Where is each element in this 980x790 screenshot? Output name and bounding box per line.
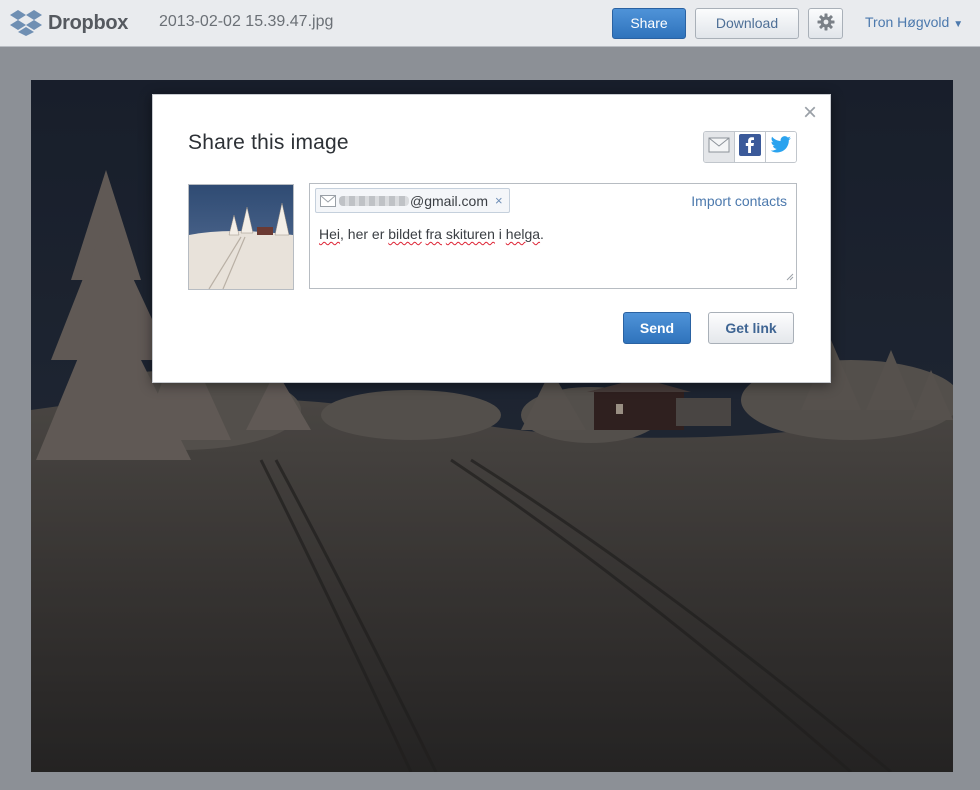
get-link-button[interactable]: Get link <box>708 312 794 344</box>
dropbox-logo[interactable]: Dropbox <box>10 9 128 37</box>
image-thumbnail <box>188 184 294 290</box>
share-dialog: × Share this image @gmail.com × Import c… <box>152 94 831 383</box>
recipient-chip: @gmail.com × <box>315 188 510 213</box>
download-button[interactable]: Download <box>695 8 799 39</box>
user-menu-caret-icon: ▼ <box>953 19 964 30</box>
email-share-button[interactable] <box>704 132 735 162</box>
send-button[interactable]: Send <box>623 312 691 344</box>
redacted-email-user <box>339 195 409 206</box>
settings-button[interactable] <box>808 8 843 39</box>
share-method-toggle <box>703 131 797 163</box>
resize-grip-icon[interactable] <box>786 268 794 286</box>
user-menu[interactable]: Tron Høgvold ▼ <box>865 14 963 30</box>
remove-recipient-icon[interactable]: × <box>495 193 503 208</box>
dropbox-box-icon <box>10 9 42 37</box>
user-name: Tron Høgvold <box>865 14 950 30</box>
dialog-title: Share this image <box>188 131 349 154</box>
file-name: 2013-02-02 15.39.47.jpg <box>159 13 334 30</box>
twitter-icon <box>770 135 792 159</box>
gear-icon <box>817 13 835 34</box>
share-button[interactable]: Share <box>612 8 686 39</box>
twitter-share-button[interactable] <box>766 132 796 162</box>
facebook-icon <box>739 133 761 161</box>
facebook-share-button[interactable] <box>735 132 766 162</box>
envelope-icon <box>708 137 730 158</box>
message-text: Hei, her er bildet fra skituren i helga. <box>319 226 544 242</box>
import-contacts-link[interactable]: Import contacts <box>691 193 787 209</box>
recipients-field[interactable]: @gmail.com × Import contacts <box>309 183 797 218</box>
thumbnail-image <box>189 185 293 289</box>
top-bar: Dropbox 2013-02-02 15.39.47.jpg Share Do… <box>0 0 980 47</box>
message-textarea[interactable]: Hei, her er bildet fra skituren i helga. <box>309 217 797 289</box>
brand-name: Dropbox <box>48 11 129 34</box>
recipient-email-domain: @gmail.com <box>410 192 489 209</box>
close-icon[interactable]: × <box>800 101 820 125</box>
contact-envelope-icon <box>320 194 336 207</box>
